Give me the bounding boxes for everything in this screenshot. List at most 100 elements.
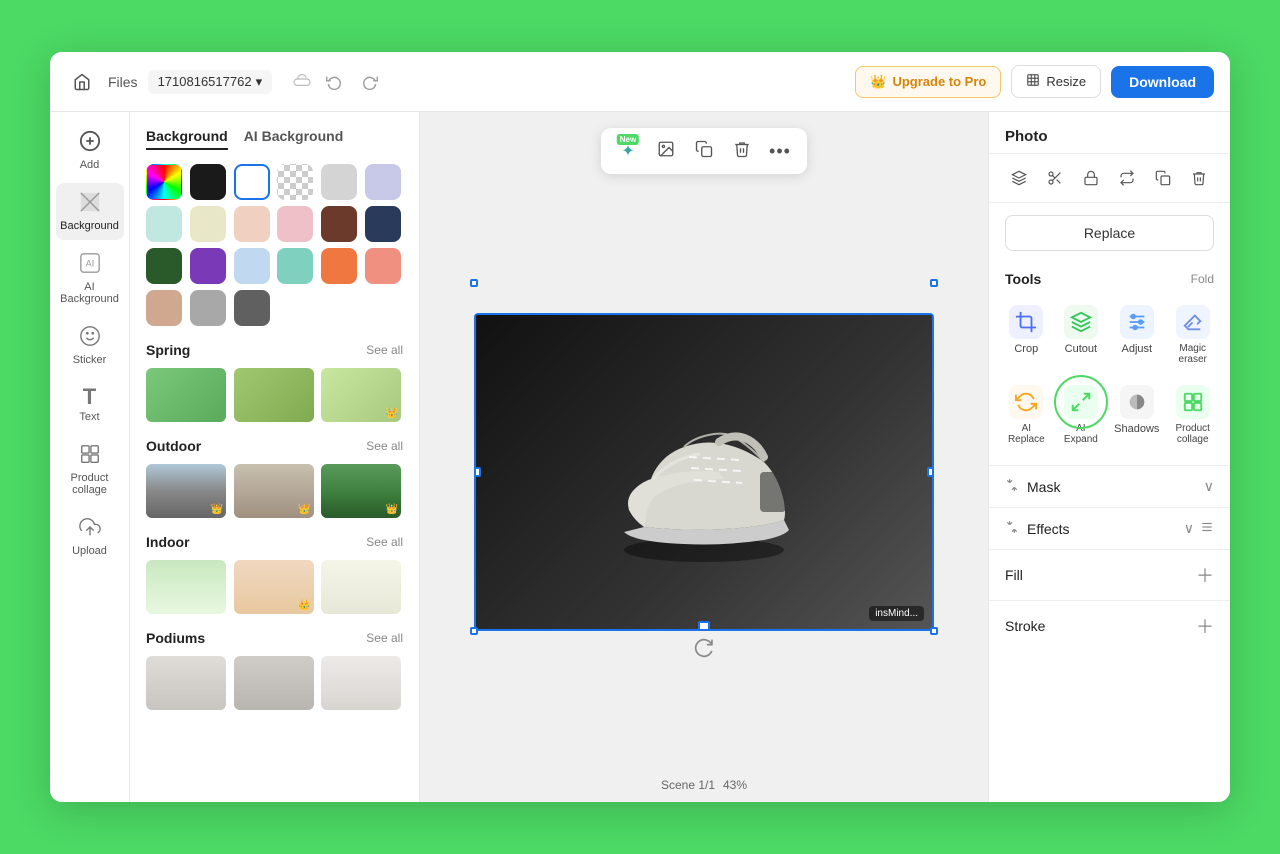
- swatch-teal[interactable]: [277, 248, 313, 284]
- indoor-thumb-3[interactable]: [321, 560, 401, 614]
- swatch-cream[interactable]: [190, 206, 226, 242]
- swatch-tan[interactable]: [146, 290, 182, 326]
- swatch-navy[interactable]: [365, 206, 401, 242]
- accordion-mask[interactable]: Mask ∨: [989, 465, 1230, 507]
- delete-button[interactable]: [725, 134, 759, 168]
- home-button[interactable]: [66, 66, 98, 98]
- section-header-indoor: Indoor See all: [146, 534, 403, 550]
- see-all-spring[interactable]: See all: [366, 343, 403, 357]
- indoor-thumb-2[interactable]: 👑: [234, 560, 314, 614]
- upgrade-button[interactable]: 👑 Upgrade to Pro: [855, 66, 1001, 98]
- files-label[interactable]: Files: [108, 74, 138, 90]
- swatch-darkgray[interactable]: [234, 290, 270, 326]
- right-panel-header: Photo: [989, 112, 1230, 154]
- flip-icon-button[interactable]: [1113, 164, 1141, 192]
- handle-right[interactable]: [927, 467, 934, 477]
- outdoor-thumb-3[interactable]: 👑: [321, 464, 401, 518]
- podium-thumb-2[interactable]: [234, 656, 314, 710]
- topbar-right: 👑 Upgrade to Pro Resize Download: [855, 65, 1214, 98]
- tool-ai-replace[interactable]: AI Replace: [1001, 377, 1052, 453]
- sticker-icon: [79, 325, 101, 351]
- sidebar-item-sticker[interactable]: Sticker: [56, 317, 124, 374]
- trash-icon-button[interactable]: [1185, 164, 1213, 192]
- sidebar-item-background[interactable]: Background: [56, 183, 124, 240]
- sidebar-item-upload[interactable]: Upload: [56, 508, 124, 565]
- indoor-grid: 👑: [146, 560, 403, 614]
- sidebar-item-product-collage[interactable]: Product collage: [56, 435, 124, 504]
- spring-thumb-3[interactable]: 👑: [321, 368, 401, 422]
- fill-add-icon[interactable]: ＋: [1196, 562, 1214, 588]
- cutout-icon-button[interactable]: [1041, 164, 1069, 192]
- outdoor-thumb-1[interactable]: 👑: [146, 464, 226, 518]
- layers-icon-button[interactable]: [1005, 164, 1033, 192]
- swatch-white[interactable]: [234, 164, 270, 200]
- handle-left[interactable]: [474, 467, 481, 477]
- podium-thumb-1[interactable]: [146, 656, 226, 710]
- swatch-silver[interactable]: [190, 290, 226, 326]
- corner-handle-tr[interactable]: [930, 279, 938, 287]
- corner-handle-br[interactable]: [930, 627, 938, 635]
- lock-icon-button[interactable]: [1077, 164, 1105, 192]
- ai-background-icon: AI: [79, 252, 101, 278]
- tool-crop[interactable]: Crop: [1001, 297, 1052, 373]
- accordion-effects[interactable]: Effects ∨: [989, 507, 1230, 549]
- more-options-button[interactable]: •••: [763, 134, 797, 168]
- sidebar-item-ai-background[interactable]: AI AI Background: [56, 244, 124, 313]
- swatch-gray[interactable]: [321, 164, 357, 200]
- replace-button[interactable]: Replace: [1005, 215, 1214, 251]
- stroke-label: Stroke: [1005, 618, 1045, 634]
- sidebar-item-text[interactable]: T Text: [56, 378, 124, 431]
- corner-handle-tl[interactable]: [470, 279, 478, 287]
- tab-background[interactable]: Background: [146, 128, 228, 150]
- tool-ai-expand[interactable]: AI Expand: [1056, 377, 1107, 453]
- sidebar-item-add[interactable]: Add: [56, 122, 124, 179]
- effects-settings-icon[interactable]: [1200, 520, 1214, 537]
- duplicate-button[interactable]: [687, 134, 721, 168]
- tool-cutout[interactable]: Cutout: [1056, 297, 1107, 373]
- swatch-lightblue[interactable]: [234, 248, 270, 284]
- indoor-thumb-1[interactable]: [146, 560, 226, 614]
- resize-label: Resize: [1046, 74, 1086, 89]
- see-all-indoor[interactable]: See all: [366, 535, 403, 549]
- spring-thumb-2[interactable]: [234, 368, 314, 422]
- swatch-mint[interactable]: [146, 206, 182, 242]
- download-button[interactable]: Download: [1111, 66, 1214, 98]
- copy-icon-button[interactable]: [1149, 164, 1177, 192]
- section-header-podiums: Podiums See all: [146, 630, 403, 646]
- tool-adjust[interactable]: Adjust: [1110, 297, 1163, 373]
- accordion-mask-label: Mask: [1027, 479, 1060, 495]
- swatch-salmon[interactable]: [365, 248, 401, 284]
- ai-magic-button[interactable]: ✦ New: [611, 134, 645, 168]
- corner-handle-bl[interactable]: [470, 627, 478, 635]
- undo-button[interactable]: [320, 68, 348, 96]
- swatch-black[interactable]: [190, 164, 226, 200]
- rotate-handle[interactable]: [693, 637, 715, 659]
- swatch-purple[interactable]: [190, 248, 226, 284]
- tool-ai-replace-label: AI Replace: [1005, 423, 1048, 445]
- tool-product-collage[interactable]: Product collage: [1167, 377, 1218, 453]
- filename-pill[interactable]: 1710816517762 ▾: [148, 70, 273, 94]
- swatch-lavender[interactable]: [365, 164, 401, 200]
- topbar: Files 1710816517762 ▾: [50, 52, 1230, 112]
- swatch-orange[interactable]: [321, 248, 357, 284]
- fold-button[interactable]: Fold: [1191, 272, 1214, 286]
- resize-button[interactable]: Resize: [1011, 65, 1101, 98]
- canvas-frame[interactable]: insMind...: [474, 313, 934, 631]
- tab-ai-background[interactable]: AI Background: [244, 128, 344, 150]
- podium-thumb-3[interactable]: [321, 656, 401, 710]
- swatch-rose[interactable]: [277, 206, 313, 242]
- redo-button[interactable]: [356, 68, 384, 96]
- tool-magic-eraser[interactable]: Magic eraser: [1167, 297, 1218, 373]
- replace-image-button[interactable]: [649, 134, 683, 168]
- outdoor-thumb-2[interactable]: 👑: [234, 464, 314, 518]
- swatch-rainbow[interactable]: [146, 164, 182, 200]
- stroke-add-icon[interactable]: ＋: [1196, 613, 1214, 639]
- tool-shadows[interactable]: Shadows: [1110, 377, 1163, 453]
- swatch-peach[interactable]: [234, 206, 270, 242]
- swatch-transparent[interactable]: [277, 164, 313, 200]
- spring-thumb-1[interactable]: [146, 368, 226, 422]
- see-all-outdoor[interactable]: See all: [366, 439, 403, 453]
- swatch-darkgreen[interactable]: [146, 248, 182, 284]
- see-all-podiums[interactable]: See all: [366, 631, 403, 645]
- swatch-brown[interactable]: [321, 206, 357, 242]
